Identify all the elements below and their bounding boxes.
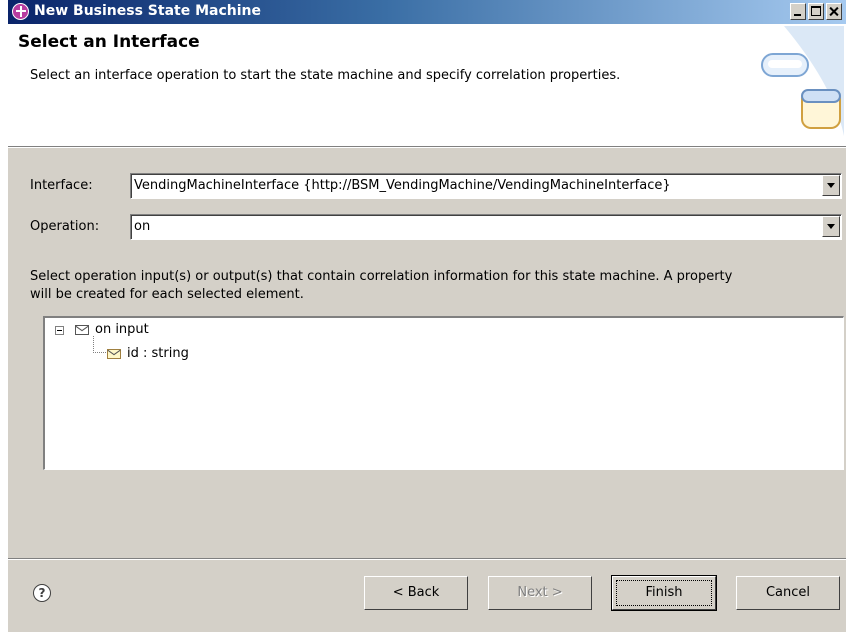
interface-label: Interface: [30,178,93,193]
correlation-tree[interactable]: on input id : string [43,316,844,470]
footer-separator-highlight [8,559,846,560]
operation-combo-frame [131,215,841,239]
close-button[interactable] [826,3,842,20]
state-machine-app-icon [12,3,29,20]
interface-combo-value: VendingMachineInterface {http://BSM_Vend… [134,178,671,193]
wizard-dialog: New Business State Machine Select an Int… [8,0,846,632]
header-separator-highlight [8,147,846,148]
help-icon[interactable]: ? [33,584,51,602]
operation-combo-value: on [134,219,151,234]
tree-item-label: id : string [127,346,189,361]
cancel-button[interactable]: Cancel [736,576,840,610]
interface-banner-icon [761,26,844,136]
interface-dropdown-button[interactable] [822,175,840,196]
operation-combo[interactable]: on [130,214,842,240]
title-bar[interactable]: New Business State Machine [8,0,846,24]
message-part-icon [107,349,121,359]
correlation-instructions: Select operation input(s) or output(s) t… [30,269,733,302]
maximize-button[interactable] [808,3,824,20]
tree-item-label: on input [95,322,149,337]
page-description: Select an interface operation to start t… [30,68,621,83]
window-title: New Business State Machine [34,3,261,19]
focus-ring [616,580,712,606]
interface-combo[interactable]: VendingMachineInterface {http://BSM_Vend… [130,173,842,199]
page-title: Select an Interface [18,32,200,52]
minimize-button[interactable] [790,3,806,20]
back-button[interactable]: < Back [364,576,468,610]
finish-button[interactable]: Finish [611,575,717,611]
tree-item-on-input[interactable]: on input [45,318,835,344]
next-button[interactable]: Next > [488,576,592,610]
operation-dropdown-button[interactable] [822,216,840,237]
collapse-toggle-icon[interactable] [55,326,64,335]
operation-label: Operation: [30,219,100,234]
envelope-icon [75,325,89,335]
tree-item-id-string[interactable]: id : string [45,344,835,368]
